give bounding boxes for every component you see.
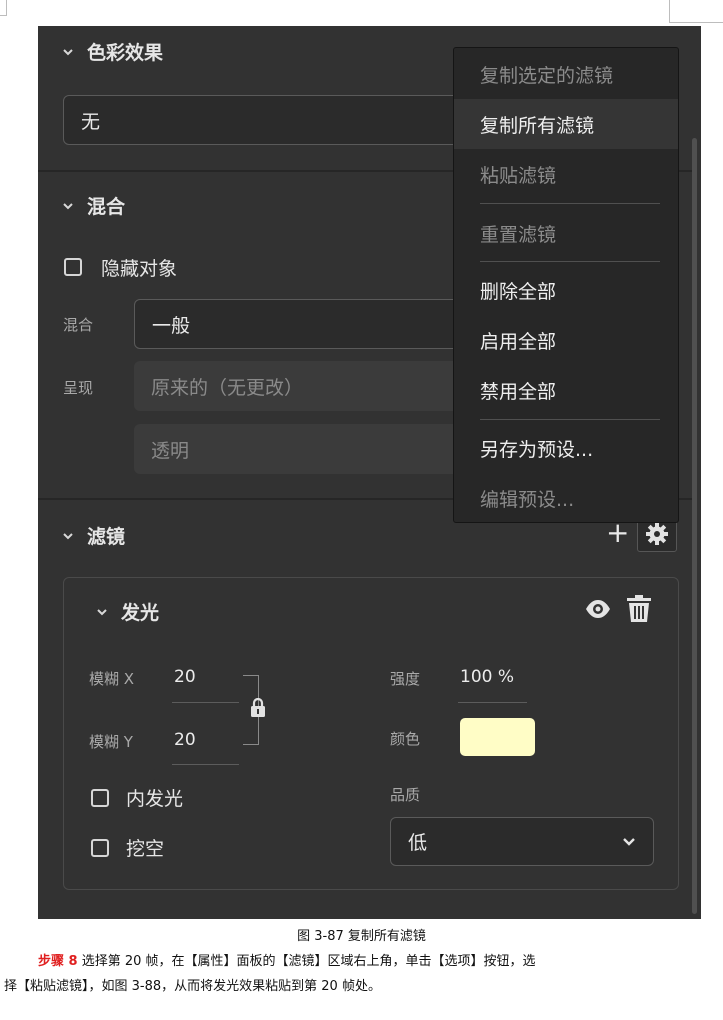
render-dropdown: 原来的（无更改）: [134, 361, 493, 411]
inner-glow-checkbox[interactable]: [91, 789, 109, 807]
filter-options-menu: 复制选定的滤镜 复制所有滤镜 粘贴滤镜 重置滤镜 删除全部 启用全部 禁用全部 …: [453, 47, 679, 523]
blend-mode-label: 混合: [63, 316, 94, 334]
transparent-value: 透明: [151, 439, 190, 462]
color-effect-title: 色彩效果: [87, 42, 164, 64]
blend-section-header[interactable]: 混合: [63, 192, 125, 219]
page-corner-mark-left: [0, 0, 7, 16]
blend-mode-dropdown[interactable]: 一般: [134, 299, 493, 349]
glow-filter-header[interactable]: 发光: [97, 598, 159, 625]
hide-object-label: 隐藏对象: [101, 258, 178, 280]
eye-icon[interactable]: [585, 599, 611, 619]
menu-item-delete-all[interactable]: 删除全部: [454, 265, 678, 315]
color-effect-dropdown[interactable]: 无: [63, 95, 493, 145]
step-paragraph-line1: 步骤 8 选择第 20 帧，在【属性】面板的【滤镜】区域右上角，单击【选项】按钮…: [38, 950, 536, 969]
chevron-down-icon: [63, 532, 73, 539]
menu-item-edit-preset[interactable]: 编辑预设...: [454, 473, 678, 523]
chevron-down-icon: [97, 608, 107, 615]
quality-dropdown[interactable]: 低: [390, 817, 654, 866]
gear-icon: [646, 523, 668, 545]
step-text-line1: 选择第 20 帧，在【属性】面板的【滤镜】区域右上角，单击【选项】按钮，选: [81, 954, 536, 969]
quality-label: 品质: [390, 786, 421, 804]
step-label: 步骤 8: [38, 954, 78, 969]
quality-value: 低: [408, 832, 428, 854]
blur-x-label: 模糊 X: [89, 670, 135, 688]
chevron-down-icon: [63, 202, 73, 209]
strength-underline: [458, 702, 527, 703]
transparent-dropdown: 透明: [134, 424, 493, 474]
strength-label: 强度: [390, 670, 421, 688]
knockout-label: 挖空: [126, 838, 165, 860]
menu-item-enable-all[interactable]: 启用全部: [454, 315, 678, 365]
trash-icon[interactable]: [627, 595, 651, 623]
blur-x-value[interactable]: 20: [174, 667, 196, 687]
inner-glow-label: 内发光: [126, 788, 184, 810]
color-effect-section-header[interactable]: 色彩效果: [63, 38, 163, 65]
menu-item-reset-filter[interactable]: 重置滤镜: [454, 208, 678, 258]
chevron-down-icon: [623, 838, 635, 846]
blur-y-label: 模糊 Y: [89, 733, 133, 751]
knockout-checkbox[interactable]: [91, 839, 109, 857]
glow-color-swatch[interactable]: [460, 718, 535, 756]
chevron-down-icon: [63, 48, 73, 55]
glow-filter-title: 发光: [121, 602, 160, 624]
menu-separator: [480, 419, 660, 420]
render-value: 原来的（无更改）: [151, 376, 304, 399]
lock-icon[interactable]: [250, 698, 266, 718]
blend-title: 混合: [87, 196, 126, 218]
menu-item-copy-selected-filter[interactable]: 复制选定的滤镜: [454, 49, 678, 99]
render-label: 呈现: [63, 379, 94, 397]
menu-item-save-as-preset[interactable]: 另存为预设...: [454, 423, 678, 473]
filters-title: 滤镜: [87, 526, 126, 548]
hide-object-checkbox[interactable]: [64, 258, 82, 276]
menu-item-disable-all[interactable]: 禁用全部: [454, 365, 678, 415]
blend-mode-value: 一般: [152, 314, 191, 337]
menu-item-paste-filter[interactable]: 粘贴滤镜: [454, 149, 678, 199]
color-effect-value: 无: [81, 110, 101, 133]
step-text-line2: 择【粘贴滤镜】，如图 3-88，从而将发光效果粘贴到第 20 帧处。: [4, 979, 381, 994]
color-label: 颜色: [390, 730, 421, 748]
page-corner-mark-right: [669, 0, 723, 23]
figure-caption: 图 3-87 复制所有滤镜: [297, 929, 426, 944]
menu-item-copy-all-filters[interactable]: 复制所有滤镜: [454, 99, 678, 149]
blur-y-value[interactable]: 20: [174, 730, 196, 750]
glow-filter-card: 发光 模糊 X 20 模糊 Y 20 强度 100 % 颜色 内发光 挖空 品质…: [63, 577, 679, 890]
filters-section-header[interactable]: 滤镜: [63, 522, 125, 549]
blur-x-underline: [172, 702, 239, 703]
menu-separator: [480, 203, 660, 204]
blur-y-underline: [172, 764, 239, 765]
strength-value[interactable]: 100 %: [460, 667, 514, 687]
menu-separator: [480, 261, 660, 262]
panel-scrollbar[interactable]: [692, 138, 697, 914]
